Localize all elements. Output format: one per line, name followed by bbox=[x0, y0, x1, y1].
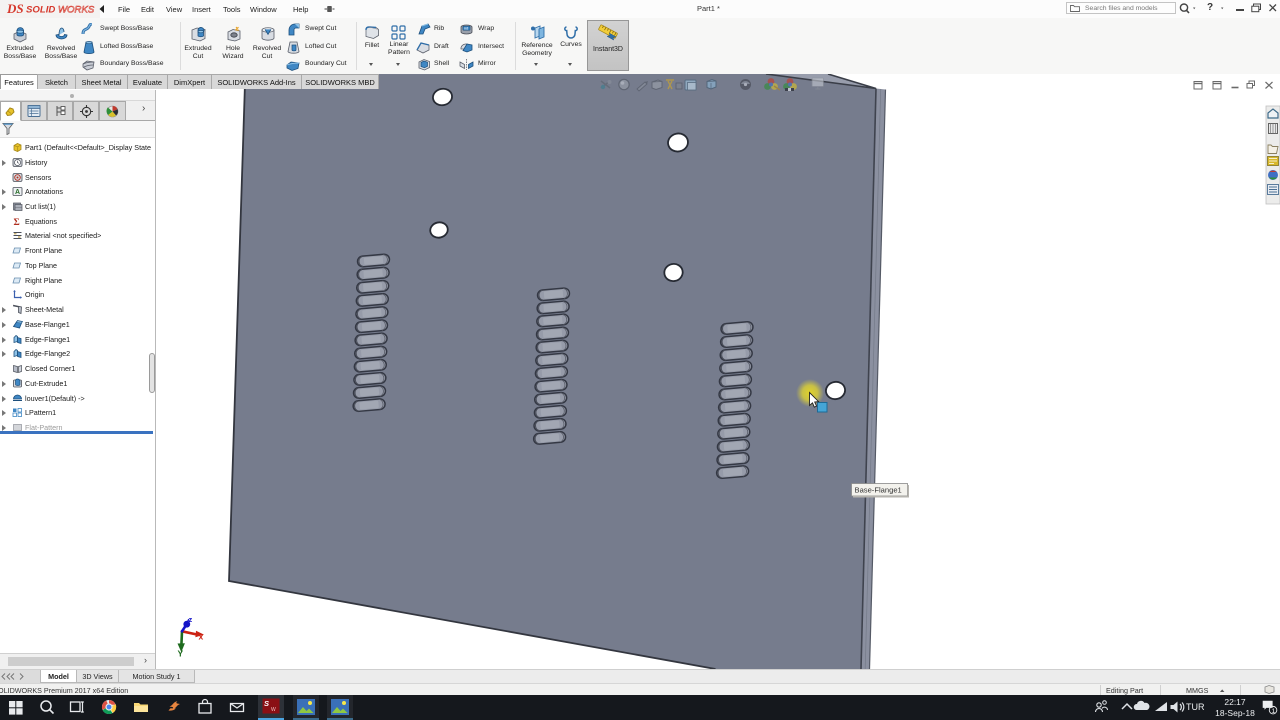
svg-text:W: W bbox=[271, 707, 276, 713]
svg-text:Y: Y bbox=[178, 649, 184, 659]
svg-text:DS: DS bbox=[6, 1, 24, 16]
svg-text:A: A bbox=[15, 189, 20, 196]
svg-text:S: S bbox=[264, 699, 269, 708]
svg-text:SOLID: SOLID bbox=[26, 5, 55, 16]
svg-text:x: x bbox=[199, 632, 204, 642]
svg-text:Base-Flange1: Base-Flange1 bbox=[855, 486, 902, 495]
svg-text:z: z bbox=[189, 615, 193, 624]
svg-text:1: 1 bbox=[1272, 708, 1276, 715]
svg-text:Σ: Σ bbox=[14, 218, 20, 227]
svg-text:WORKS: WORKS bbox=[58, 5, 95, 16]
svg-text:nd: nd bbox=[464, 27, 468, 31]
